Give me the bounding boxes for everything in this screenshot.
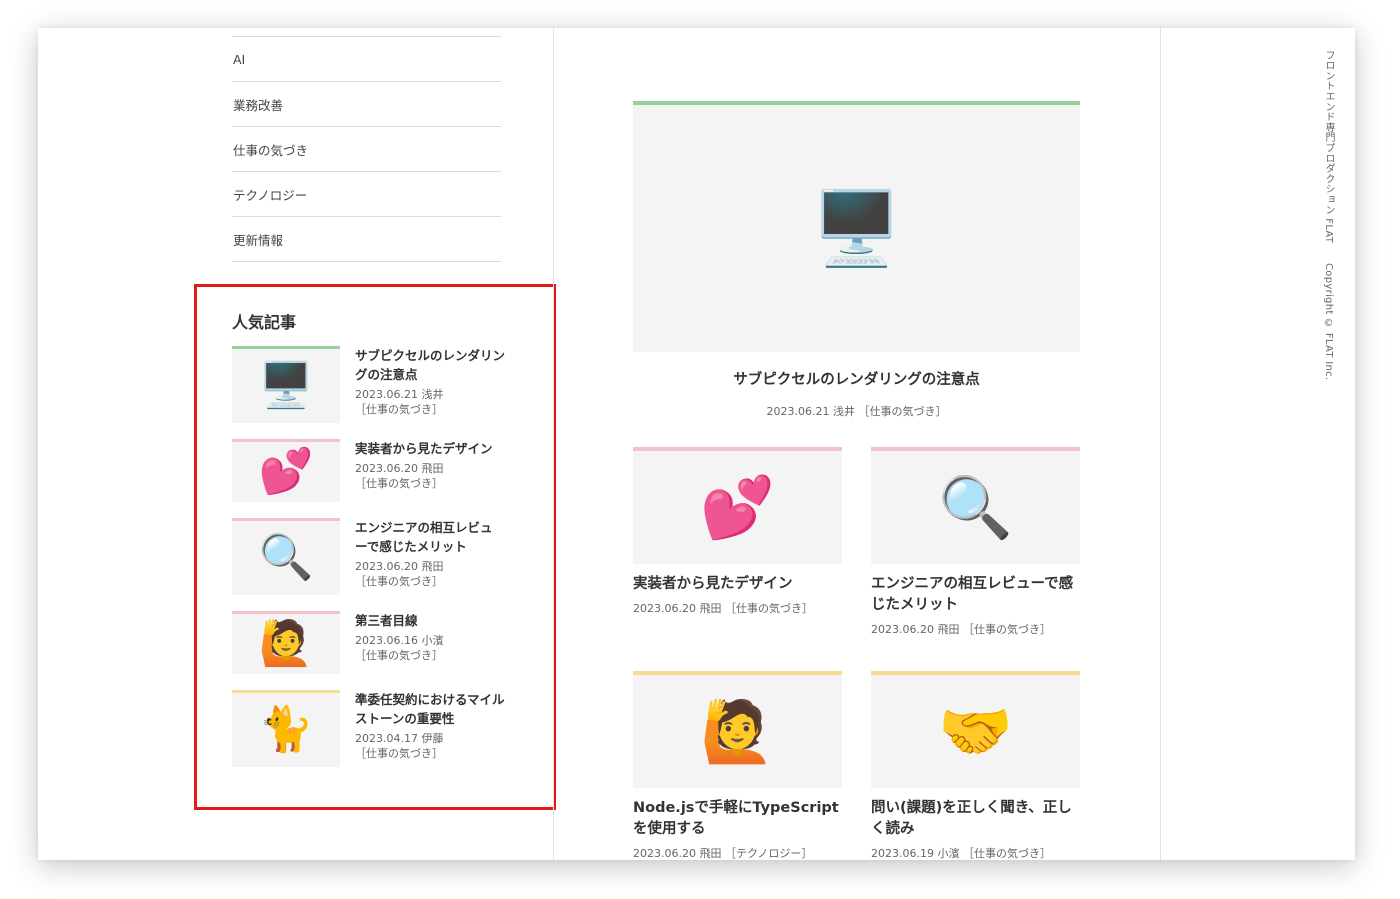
article-card-title[interactable]: 実装者から見たデザイン — [633, 574, 842, 595]
article-card[interactable]: 🙋 Node.jsで手軽にTypeScriptを使用する 2023.06.20 … — [633, 671, 842, 860]
handshake-icon: 🤝 — [871, 671, 1080, 788]
popular-article-category[interactable]: ［仕事の気づき］ — [355, 574, 505, 589]
two-hearts-icon: 💕 — [633, 447, 842, 564]
category-item-updates[interactable]: 更新情報 — [232, 216, 501, 262]
popular-article-title[interactable]: エンジニアの相互レビューで感じたメリット — [355, 518, 505, 556]
desktop-computer-icon: 🖥️ — [633, 101, 1080, 352]
category-item-technology[interactable]: テクノロジー — [232, 171, 501, 216]
popular-article-title[interactable]: 準委任契約におけるマイルストーンの重要性 — [355, 690, 505, 728]
popular-article-category[interactable]: ［仕事の気づき］ — [355, 476, 505, 491]
popular-article-category[interactable]: ［仕事の気づき］ — [355, 648, 505, 663]
two-hearts-icon: 💕 — [232, 439, 340, 502]
category-label: AI — [233, 51, 246, 67]
popular-articles-heading: 人気記事 — [232, 313, 297, 332]
column-divider — [553, 28, 554, 860]
raising-hand-icon: 🙋 — [633, 671, 842, 788]
magnifying-glass-icon: 🔍 — [871, 447, 1080, 564]
cat-icon: 🐈 — [232, 690, 340, 767]
category-label: 更新情報 — [233, 232, 284, 248]
popular-article-author: 飛田 — [421, 462, 444, 475]
popular-article-author: 浅井 — [421, 388, 444, 401]
raising-hand-icon: 🙋 — [232, 611, 340, 674]
popular-article-item[interactable]: 🔍 エンジニアの相互レビューで感じたメリット 2023.06.20 飛田 ［仕事… — [232, 518, 532, 598]
popular-article-item[interactable]: 🖥️ サブピクセルのレンダリングの注意点 2023.06.21 浅井 ［仕事の気… — [232, 346, 532, 426]
desktop-computer-icon: 🖥️ — [232, 346, 340, 423]
popular-article-date: 2023.06.20 — [355, 462, 418, 475]
popular-article-date: 2023.06.20 — [355, 560, 418, 573]
article-card-title[interactable]: 問い(課題)を正しく聞き、正しく読み — [871, 798, 1080, 840]
popular-article-date: 2023.06.21 — [355, 388, 418, 401]
category-list: AI 業務改善 仕事の気づき テクノロジー 更新情報 — [232, 36, 501, 262]
popular-article-date: 2023.06.16 — [355, 634, 418, 647]
popular-articles-section: 人気記事 🖥️ サブピクセルのレンダリングの注意点 2023.06.21 浅井 … — [194, 284, 556, 810]
popular-article-item[interactable]: 💕 実装者から見たデザイン 2023.06.20 飛田 ［仕事の気づき］ — [232, 439, 532, 505]
magnifying-glass-icon: 🔍 — [232, 518, 340, 595]
popular-article-title[interactable]: 実装者から見たデザイン — [355, 439, 505, 458]
popular-article-author: 小濱 — [421, 634, 444, 647]
featured-article-title[interactable]: サブピクセルのレンダリングの注意点 — [633, 368, 1080, 389]
popular-article-category[interactable]: ［仕事の気づき］ — [355, 402, 505, 417]
category-label: テクノロジー — [233, 187, 308, 203]
page-frame: AI 業務改善 仕事の気づき テクノロジー 更新情報 人気記事 🖥️ サブピクセ… — [38, 28, 1355, 860]
popular-article-title[interactable]: サブピクセルのレンダリングの注意点 — [355, 346, 505, 384]
article-card-title[interactable]: Node.jsで手軽にTypeScriptを使用する — [633, 798, 842, 840]
popular-article-author: 伊藤 — [421, 732, 444, 745]
category-item-business-improvement[interactable]: 業務改善 — [232, 81, 501, 126]
popular-article-author: 飛田 — [421, 560, 444, 573]
copyright-text: Copyright © FLAT Inc. — [1323, 262, 1334, 381]
category-label: 業務改善 — [233, 97, 284, 113]
article-card-meta: 2023.06.20 飛田 ［テクノロジー］ — [633, 847, 813, 860]
category-item-work-insights[interactable]: 仕事の気づき — [232, 126, 501, 171]
article-card-meta: 2023.06.19 小濱 ［仕事の気づき］ — [871, 847, 1051, 860]
popular-article-category[interactable]: ［仕事の気づき］ — [355, 746, 505, 761]
popular-article-item[interactable]: 🙋 第三者目線 2023.06.16 小濱 ［仕事の気づき］ — [232, 611, 532, 677]
popular-article-date: 2023.04.17 — [355, 732, 418, 745]
article-card[interactable]: 💕 実装者から見たデザイン 2023.06.20 飛田 ［仕事の気づき］ — [633, 447, 842, 616]
featured-article[interactable]: 🖥️ サブピクセルのレンダリングの注意点 2023.06.21 浅井 ［仕事の気… — [633, 101, 1080, 419]
category-item-ai[interactable]: AI — [232, 36, 501, 81]
column-divider — [1160, 28, 1161, 860]
article-card-meta: 2023.06.20 飛田 ［仕事の気づき］ — [871, 623, 1051, 636]
vertical-copyright: フロントエンド専門プロダクション FLAT Copyright © FLAT I… — [1321, 50, 1336, 380]
article-card-title[interactable]: エンジニアの相互レビューで感じたメリット — [871, 574, 1080, 616]
article-card[interactable]: 🤝 問い(課題)を正しく聞き、正しく読み 2023.06.19 小濱 ［仕事の気… — [871, 671, 1080, 860]
article-card[interactable]: 🔍 エンジニアの相互レビューで感じたメリット 2023.06.20 飛田 ［仕事… — [871, 447, 1080, 637]
popular-article-item[interactable]: 🐈 準委任契約におけるマイルストーンの重要性 2023.04.17 伊藤 ［仕事… — [232, 690, 532, 770]
popular-article-title[interactable]: 第三者目線 — [355, 611, 505, 630]
company-name: フロントエンド専門プロダクション FLAT — [1323, 50, 1334, 244]
featured-article-meta: 2023.06.21 浅井 ［仕事の気づき］ — [766, 405, 947, 418]
category-label: 仕事の気づき — [233, 142, 309, 158]
article-card-meta: 2023.06.20 飛田 ［仕事の気づき］ — [633, 602, 813, 615]
